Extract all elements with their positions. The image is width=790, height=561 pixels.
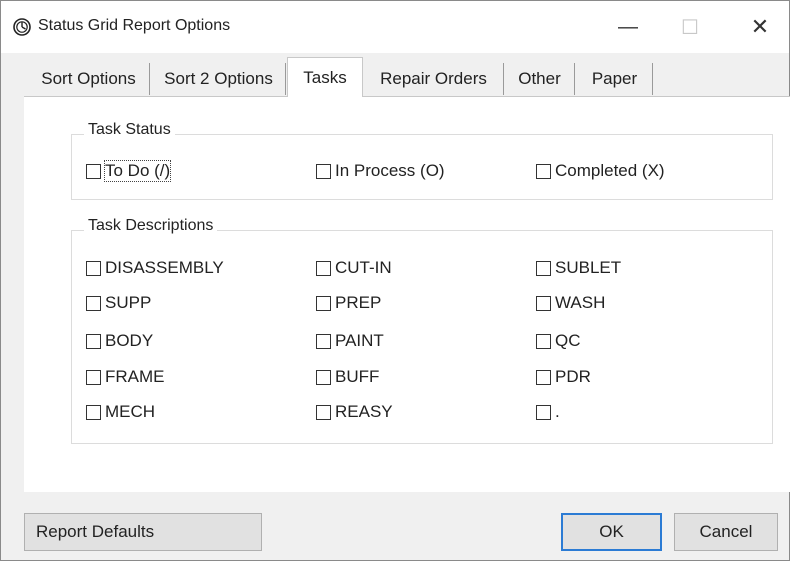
checkbox-box[interactable] (86, 333, 101, 349)
checkbox-label: BUFF (335, 367, 380, 386)
tab-tasks[interactable]: Tasks (287, 57, 363, 97)
maximize-button[interactable]: ☐ (661, 1, 719, 53)
checkbox-label: PDR (555, 367, 591, 386)
checkbox-box[interactable] (316, 404, 331, 420)
checkbox-box[interactable] (536, 404, 551, 420)
checkbox-prep[interactable]: PREP (316, 293, 381, 313)
title-bar[interactable]: Status Grid Report Options — ☐ ✕ (1, 1, 789, 53)
checkbox-supp[interactable]: SUPP (86, 293, 151, 313)
tab-repair-orders[interactable]: Repair Orders (364, 63, 504, 95)
checkbox-box[interactable] (86, 260, 101, 276)
checkbox-label: DISASSEMBLY (105, 258, 224, 277)
checkbox-reasy[interactable]: REASY (316, 402, 393, 422)
checkbox-disassembly[interactable]: DISASSEMBLY (86, 258, 224, 278)
checkbox-wash[interactable]: WASH (536, 293, 605, 313)
checkbox-label: REASY (335, 402, 393, 421)
report-defaults-button[interactable]: Report Defaults (24, 513, 262, 551)
checkbox-qc[interactable]: QC (536, 331, 581, 351)
checkbox-box[interactable] (316, 369, 331, 385)
task-status-legend: Task Status (84, 121, 175, 139)
checkbox-mech[interactable]: MECH (86, 402, 155, 422)
checkbox-label: . (555, 402, 560, 421)
checkbox-label: PAINT (335, 331, 384, 350)
checkbox-label: BODY (105, 331, 154, 350)
minimize-button[interactable]: — (599, 1, 657, 53)
checkbox-box[interactable] (536, 369, 551, 385)
tab-other[interactable]: Other (505, 63, 575, 95)
checkbox-label: WASH (555, 293, 606, 312)
checkbox-box[interactable] (536, 260, 551, 276)
checkbox-label: PREP (335, 293, 382, 312)
checkbox-dot[interactable]: . (536, 402, 560, 422)
checkbox-sublet[interactable]: SUBLET (536, 258, 621, 278)
checkbox-label: To Do (/) (103, 160, 172, 182)
task-descriptions-legend: Task Descriptions (84, 217, 218, 235)
checkbox-box[interactable] (86, 295, 101, 311)
checkbox-box[interactable] (536, 295, 551, 311)
close-button[interactable]: ✕ (731, 1, 789, 53)
checkbox-box[interactable] (316, 163, 331, 179)
checkbox-box[interactable] (316, 295, 331, 311)
checkbox-frame[interactable]: FRAME (86, 367, 165, 387)
checkbox-label: MECH (105, 402, 156, 421)
checkbox-label: SUPP (105, 293, 152, 312)
checkbox-box[interactable] (536, 333, 551, 349)
checkbox-box[interactable] (86, 369, 101, 385)
checkbox-label: FRAME (105, 367, 165, 386)
checkbox-label: Completed (X) (555, 161, 665, 180)
clock-icon (13, 18, 31, 36)
ok-button[interactable]: OK (561, 513, 662, 551)
checkbox-label: In Process (O) (335, 161, 445, 180)
checkbox-completed[interactable]: Completed (X) (536, 161, 665, 181)
tab-sort-2-options[interactable]: Sort 2 Options (152, 63, 286, 95)
checkbox-pdr[interactable]: PDR (536, 367, 591, 387)
tasks-panel: Task Status To Do (/) In Process (O) Com… (24, 96, 790, 492)
checkbox-to-do[interactable]: To Do (/) (86, 160, 172, 182)
checkbox-buff[interactable]: BUFF (316, 367, 379, 387)
tab-sort-options[interactable]: Sort Options (28, 63, 150, 95)
checkbox-box[interactable] (316, 333, 331, 349)
checkbox-box[interactable] (316, 260, 331, 276)
checkbox-cut-in[interactable]: CUT-IN (316, 258, 392, 278)
checkbox-box[interactable] (86, 404, 101, 420)
checkbox-body[interactable]: BODY (86, 331, 153, 351)
checkbox-in-process[interactable]: In Process (O) (316, 161, 445, 181)
dialog-window: Status Grid Report Options — ☐ ✕ Sort Op… (0, 0, 790, 561)
checkbox-label: QC (555, 331, 581, 350)
window-title: Status Grid Report Options (38, 17, 231, 34)
tab-paper[interactable]: Paper (577, 63, 653, 95)
checkbox-box[interactable] (536, 163, 551, 179)
cancel-button[interactable]: Cancel (674, 513, 778, 551)
checkbox-label: SUBLET (555, 258, 622, 277)
checkbox-label: CUT-IN (335, 258, 392, 277)
checkbox-box[interactable] (86, 163, 101, 179)
checkbox-paint[interactable]: PAINT (316, 331, 384, 351)
